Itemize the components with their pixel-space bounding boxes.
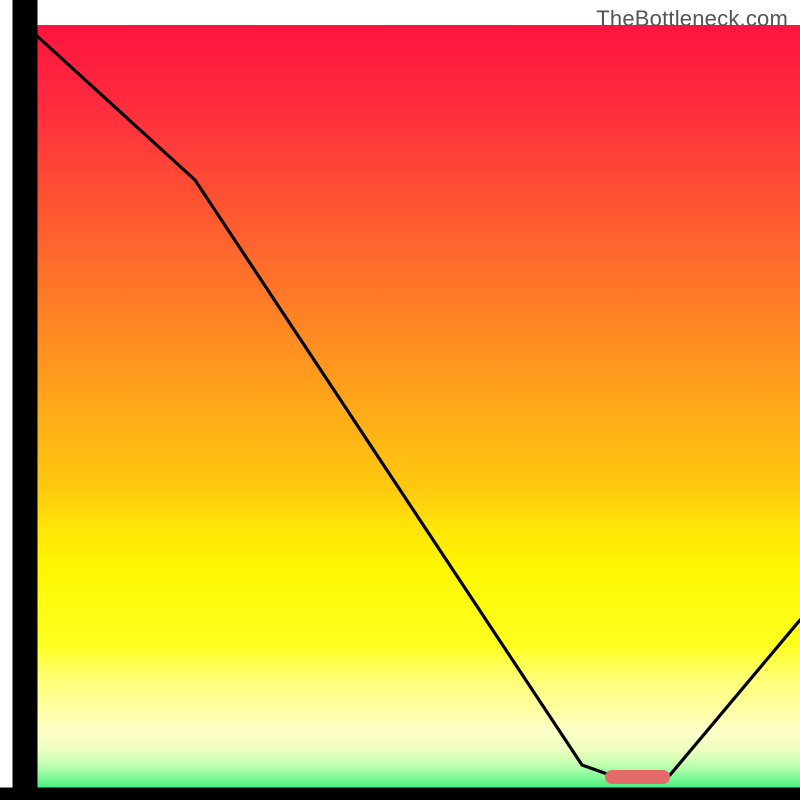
bottleneck-chart bbox=[0, 0, 800, 800]
optimal-range-marker bbox=[605, 770, 670, 784]
chart-container: TheBottleneck.com bbox=[0, 0, 800, 800]
watermark-label: TheBottleneck.com bbox=[596, 6, 788, 32]
plot-gradient-background bbox=[25, 25, 800, 800]
